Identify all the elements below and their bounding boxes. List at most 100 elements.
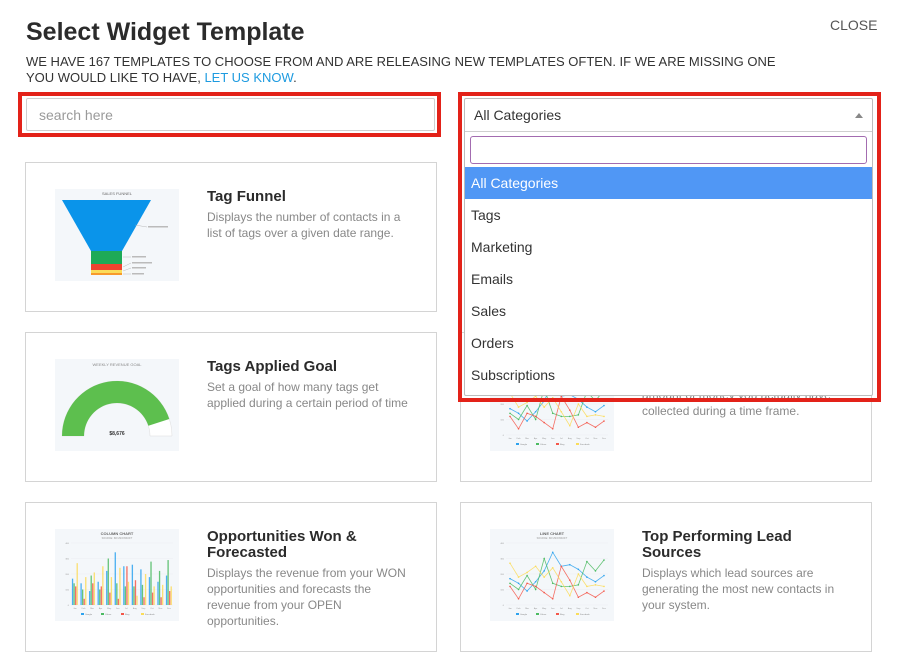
point-bing bbox=[569, 579, 571, 581]
legend-label: Facebook bbox=[580, 614, 591, 616]
subtitle: WE HAVE 167 TEMPLATES TO CHOOSE FROM AND… bbox=[26, 54, 806, 86]
bar-facebook bbox=[76, 563, 78, 605]
legend-label: Yahoo bbox=[540, 614, 547, 616]
legend-swatch bbox=[516, 443, 519, 445]
legend-label: Google bbox=[520, 614, 528, 616]
point-bing bbox=[577, 426, 580, 429]
let-us-know-link[interactable]: LET US KNOW bbox=[204, 70, 293, 85]
point-facebook bbox=[594, 584, 597, 586]
funnel-stage-5 bbox=[91, 273, 122, 275]
category-option-orders[interactable]: Orders bbox=[465, 327, 872, 359]
page-title: Select Widget Template bbox=[26, 18, 305, 46]
bar-facebook bbox=[170, 586, 172, 605]
bar-bing bbox=[160, 597, 162, 605]
category-option-marketing[interactable]: Marketing bbox=[465, 231, 872, 263]
category-filter-input[interactable] bbox=[470, 136, 867, 164]
category-option-all-categories[interactable]: All Categories bbox=[465, 167, 872, 199]
close-button[interactable]: CLOSE bbox=[830, 17, 877, 33]
x-tick-label: May bbox=[542, 438, 547, 440]
bar-yahoo bbox=[124, 586, 127, 605]
legend-label: Facebook bbox=[580, 444, 591, 446]
point-yahoo bbox=[517, 418, 520, 421]
x-tick-label: Jun bbox=[116, 608, 120, 610]
bar-facebook bbox=[127, 581, 130, 605]
point-yahoo bbox=[534, 588, 537, 591]
x-tick-label: Apr bbox=[534, 607, 538, 610]
point-yahoo bbox=[560, 415, 563, 418]
x-tick-label: Oct bbox=[585, 607, 589, 610]
line-chart-thumbnail: LINE CHART SOURCE: INFUSIONSOFT 0 100 200 3… bbox=[490, 529, 614, 621]
legend-swatch bbox=[101, 613, 104, 615]
point-bing bbox=[543, 591, 545, 594]
bar-bing bbox=[100, 586, 102, 605]
point-google bbox=[509, 577, 511, 580]
bar-yahoo bbox=[107, 558, 109, 605]
x-tick-label: Mar bbox=[90, 607, 94, 610]
point-yahoo bbox=[569, 415, 571, 418]
x-tick-label: Nov bbox=[594, 608, 599, 610]
point-bing bbox=[551, 428, 554, 430]
x-tick-label: Feb bbox=[517, 438, 522, 440]
thumb-title: LINE CHART bbox=[540, 531, 565, 536]
category-option-tags[interactable]: Tags bbox=[465, 199, 872, 231]
card-title: Tags Applied Goal bbox=[207, 358, 338, 375]
template-card-tags-applied-goal[interactable]: WEEKLY REVENUE GOAL $8,676 Tags Applied … bbox=[25, 332, 437, 482]
point-bing bbox=[603, 420, 605, 422]
point-yahoo bbox=[577, 584, 580, 586]
subtitle-text: WE HAVE 167 TEMPLATES TO CHOOSE FROM AND… bbox=[26, 54, 776, 85]
gauge-thumbnail: WEEKLY REVENUE GOAL $8,676 bbox=[55, 359, 179, 451]
x-tick-label: Aug bbox=[133, 607, 138, 610]
legend-label: Google bbox=[520, 444, 528, 446]
template-card-lead-sources[interactable]: LINE CHART SOURCE: INFUSIONSOFT 0 100 200 3… bbox=[460, 502, 872, 652]
category-options: All Categories Tags Marketing Emails Sales Or… bbox=[465, 167, 872, 391]
bar-facebook bbox=[85, 577, 87, 605]
x-tick-label: Aug bbox=[568, 607, 573, 610]
bar-bing bbox=[117, 598, 120, 605]
funnel-thumbnail: SALES FUNNEL bbox=[55, 189, 179, 281]
bar-google bbox=[131, 564, 134, 605]
bar-yahoo bbox=[81, 589, 84, 605]
bar-yahoo bbox=[73, 583, 75, 605]
y-tick-label: 200 bbox=[500, 404, 504, 406]
bar-yahoo bbox=[167, 560, 169, 605]
gauge-value: $8,676 bbox=[109, 431, 125, 437]
y-tick-label: 100 bbox=[500, 590, 504, 592]
point-facebook bbox=[543, 576, 545, 578]
point-google bbox=[577, 568, 580, 571]
search-input[interactable] bbox=[26, 98, 435, 131]
point-yahoo bbox=[577, 414, 580, 416]
category-option-emails[interactable]: Emails bbox=[465, 263, 872, 295]
card-description: Displays the revenue from your WON oppor… bbox=[207, 566, 406, 628]
point-yahoo bbox=[543, 557, 545, 560]
x-tick-label: Sep bbox=[576, 608, 581, 610]
caret-up-icon bbox=[855, 112, 863, 118]
point-facebook bbox=[603, 415, 605, 418]
point-bing bbox=[509, 415, 511, 418]
thumb-title: COLUMN CHART bbox=[101, 531, 134, 536]
bar-google bbox=[80, 583, 82, 605]
bar-bing bbox=[151, 592, 154, 605]
card-description: Displays the number of contacts in a lis… bbox=[207, 210, 401, 240]
point-google bbox=[526, 590, 528, 592]
legend-label: Yahoo bbox=[540, 444, 547, 446]
x-tick-label: Mar bbox=[525, 607, 529, 610]
template-card-opportunities[interactable]: COLUMN CHART SOURCE: INFUSIONSOFT 0 100 20… bbox=[25, 502, 437, 652]
category-select[interactable]: All Categories bbox=[465, 99, 872, 132]
point-google bbox=[517, 582, 520, 585]
line-facebook bbox=[509, 562, 605, 597]
point-facebook bbox=[586, 585, 588, 588]
point-yahoo bbox=[551, 412, 554, 415]
point-google bbox=[551, 551, 554, 554]
legend-swatch bbox=[556, 443, 559, 445]
bar-facebook bbox=[162, 584, 164, 605]
point-google bbox=[594, 410, 597, 413]
bar-bing bbox=[109, 592, 111, 605]
legend-swatch bbox=[576, 443, 579, 445]
category-option-subscriptions[interactable]: Subscriptions bbox=[465, 359, 872, 391]
point-facebook bbox=[560, 580, 563, 583]
point-bing bbox=[594, 426, 597, 429]
legend-swatch bbox=[536, 613, 539, 615]
template-card-tag-funnel[interactable]: SALES FUNNEL Tag Funnel Displays the num… bbox=[25, 162, 437, 312]
x-tick-label: May bbox=[107, 608, 112, 610]
category-option-sales[interactable]: Sales bbox=[465, 295, 872, 327]
